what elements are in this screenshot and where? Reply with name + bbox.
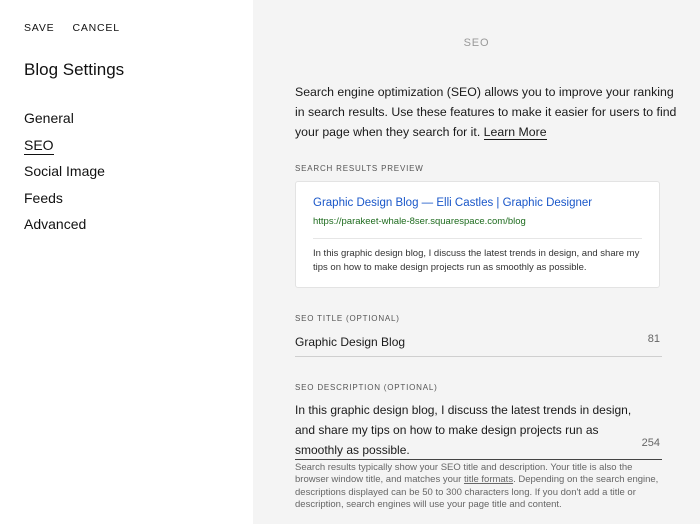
seo-title-value: Graphic Design Blog xyxy=(295,335,406,349)
nav-item-seo[interactable]: SEO xyxy=(24,135,105,162)
settings-nav: General SEO Social Image Feeds Advanced xyxy=(24,108,105,241)
nav-item-label: SEO xyxy=(24,136,54,155)
title-formats-link[interactable]: title formats xyxy=(464,474,513,485)
preview-title[interactable]: Graphic Design Blog — Elli Castles | Gra… xyxy=(313,197,592,209)
preview-url: https://parakeet-whale-8ser.squarespace.… xyxy=(313,216,526,227)
preview-divider xyxy=(313,238,642,239)
panel-title: Blog Settings xyxy=(24,60,125,79)
seo-title-label: SEO TITLE (OPTIONAL) xyxy=(295,314,400,323)
preview-label: SEARCH RESULTS PREVIEW xyxy=(295,164,424,173)
nav-item-label: Feeds xyxy=(24,189,63,206)
section-header: SEO xyxy=(463,37,490,49)
nav-item-social-image[interactable]: Social Image xyxy=(24,161,105,188)
seo-description-char-count: 254 xyxy=(641,437,660,449)
seo-panel: SEO Search engine optimization (SEO) all… xyxy=(253,0,700,524)
seo-help-text: Search results typically show your SEO t… xyxy=(295,462,665,511)
learn-more-link[interactable]: Learn More xyxy=(483,125,547,140)
save-button[interactable]: SAVE xyxy=(24,22,54,34)
seo-description-label: SEO DESCRIPTION (OPTIONAL) xyxy=(295,383,438,392)
settings-sidebar: SAVE CANCEL Blog Settings General SEO So… xyxy=(0,0,253,524)
nav-item-general[interactable]: General xyxy=(24,108,105,135)
cancel-button[interactable]: CANCEL xyxy=(72,22,119,34)
seo-intro: Search engine optimization (SEO) allows … xyxy=(295,82,680,142)
nav-item-feeds[interactable]: Feeds xyxy=(24,188,105,215)
top-actions: SAVE CANCEL xyxy=(24,22,120,34)
seo-title-char-count: 81 xyxy=(647,333,660,345)
nav-item-label: General xyxy=(24,110,74,126)
seo-description-value: In this graphic design blog, I discuss t… xyxy=(295,403,632,457)
nav-item-label: Advanced xyxy=(24,216,87,233)
seo-title-field[interactable]: Graphic Design Blog 81 xyxy=(295,333,662,357)
seo-description-field[interactable]: In this graphic design blog, I discuss t… xyxy=(295,400,662,460)
preview-description: In this graphic design blog, I discuss t… xyxy=(313,248,640,273)
nav-item-label: Social Image xyxy=(24,163,105,180)
search-preview-card: Graphic Design Blog — Elli Castles | Gra… xyxy=(295,181,660,288)
nav-item-advanced[interactable]: Advanced xyxy=(24,214,105,241)
